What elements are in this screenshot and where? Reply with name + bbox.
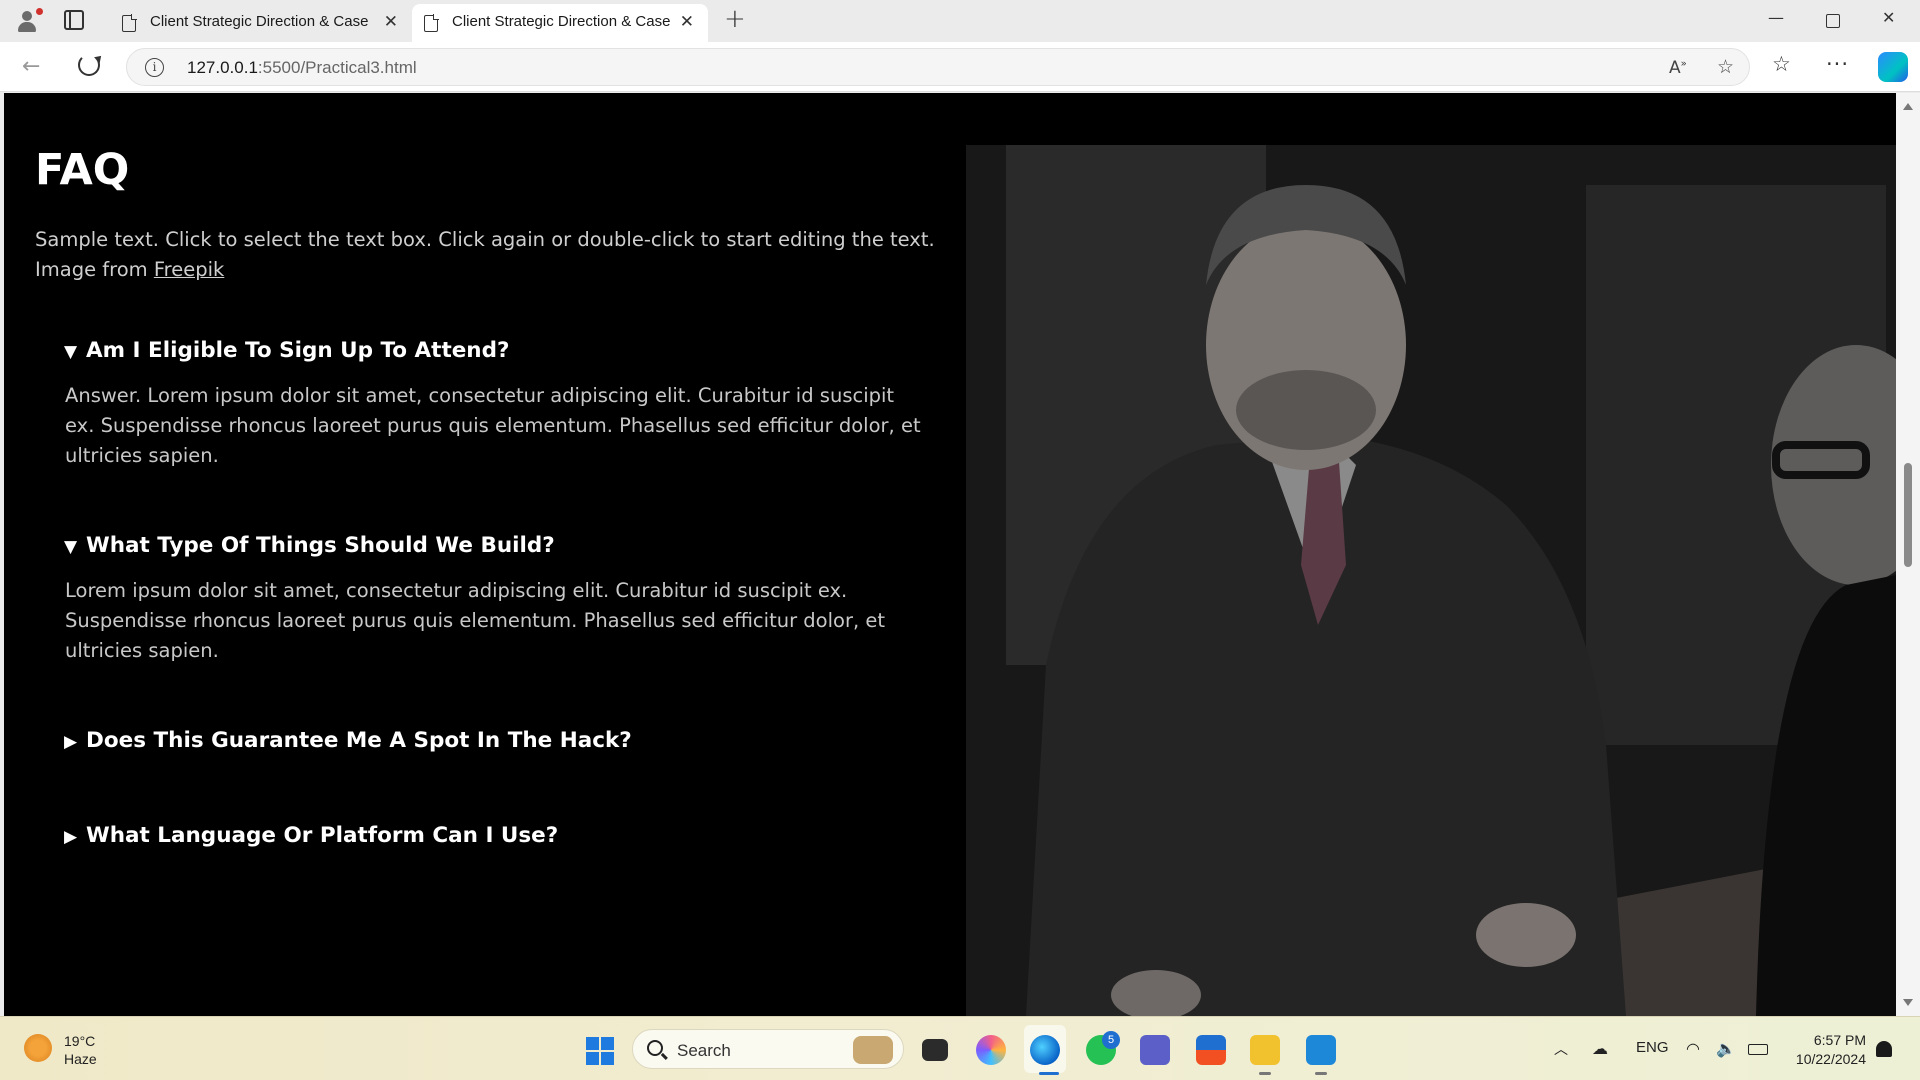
close-tab-icon[interactable]: ✕: [680, 12, 694, 32]
system-clock[interactable]: 6:57 PM 10/22/2024: [1786, 1031, 1866, 1069]
url-text[interactable]: 127.0.0.1:5500/Practical3.html: [187, 58, 417, 78]
back-icon[interactable]: ←: [22, 54, 40, 79]
edge-browser-icon[interactable]: [1030, 1035, 1060, 1065]
faq-question-2[interactable]: ▼ What Type Of Things Should We Build?: [64, 533, 555, 558]
faq-question-4[interactable]: ▶ What Language Or Platform Can I Use?: [64, 823, 558, 848]
read-aloud-icon[interactable]: A»: [1669, 58, 1687, 78]
microsoft-store-icon[interactable]: [1196, 1035, 1226, 1065]
wifi-icon[interactable]: ◠: [1686, 1039, 1700, 1059]
caret-right-icon: ▶: [64, 827, 78, 847]
scroll-down-icon[interactable]: [1903, 999, 1913, 1006]
start-windows-icon[interactable]: [586, 1037, 614, 1065]
taskbar-search[interactable]: Search: [632, 1029, 904, 1069]
tab-actions-icon[interactable]: [64, 10, 84, 30]
faq-question-1[interactable]: ▼ Am I Eligible To Sign Up To Attend?: [64, 338, 509, 363]
tab-2-label: Client Strategic Direction & Case Study: [452, 13, 670, 30]
intro-text: Sample text. Click to select the text bo…: [35, 228, 935, 281]
faq-answer-1: Answer. Lorem ipsum dolor sit amet, cons…: [65, 384, 921, 467]
close-window-icon[interactable]: ✕: [1882, 8, 1895, 27]
freepik-link[interactable]: Freepik: [154, 258, 224, 281]
weather-haze-icon[interactable]: [24, 1034, 52, 1062]
scroll-up-icon[interactable]: [1903, 103, 1913, 110]
browser-titlebar: Client Strategic Direction & Case Study …: [0, 0, 1920, 42]
whatsapp-badge: 5: [1102, 1031, 1120, 1049]
vscode-icon[interactable]: [1306, 1035, 1336, 1065]
site-info-icon[interactable]: i: [145, 58, 164, 77]
volume-icon[interactable]: 🔈: [1716, 1039, 1736, 1059]
new-tab-icon[interactable]: +: [724, 4, 746, 34]
close-tab-icon[interactable]: ✕: [384, 12, 398, 32]
page-scrollbar[interactable]: [1896, 93, 1920, 1016]
tab-1[interactable]: Client Strategic Direction & Case Study …: [110, 4, 412, 42]
notification-bell-icon[interactable]: [1876, 1041, 1892, 1057]
profile-avatar-icon[interactable]: [14, 8, 43, 34]
faq-question-3[interactable]: ▶ Does This Guarantee Me A Spot In The Ha…: [64, 728, 632, 753]
businessman-photo: [966, 145, 1896, 1016]
caret-right-icon: ▶: [64, 732, 78, 752]
caret-down-icon: ▼: [64, 537, 78, 557]
vscode-running-indicator: [1315, 1072, 1327, 1075]
explorer-running-indicator: [1259, 1072, 1271, 1075]
restore-icon[interactable]: [1826, 14, 1840, 28]
page-icon: [122, 14, 137, 32]
page-viewport: FAQ Sample text. Click to select the tex…: [4, 93, 1896, 1016]
windows-taskbar: 19°C Haze Search 5 ︿ ☁ ENG ◠ 🔈 6:57 PM 1…: [0, 1016, 1920, 1080]
search-highlight-image: [853, 1036, 893, 1064]
onedrive-icon[interactable]: ☁: [1592, 1039, 1608, 1059]
edge-active-indicator: [1039, 1072, 1059, 1075]
url-field[interactable]: i 127.0.0.1:5500/Practical3.html A» ☆: [126, 48, 1750, 86]
faq-answer-2: Lorem ipsum dolor sit amet, consectetur …: [65, 579, 885, 662]
more-options-icon[interactable]: ···: [1826, 52, 1849, 76]
page-title: FAQ: [35, 145, 130, 195]
minimize-icon[interactable]: —: [1768, 8, 1784, 27]
weather-widget[interactable]: 19°C Haze: [64, 1032, 97, 1068]
language-indicator[interactable]: ENG: [1636, 1039, 1669, 1056]
page-icon: [424, 14, 439, 32]
search-icon: [647, 1040, 663, 1056]
address-bar-row: ← i 127.0.0.1:5500/Practical3.html A» ☆ …: [0, 42, 1920, 92]
refresh-icon[interactable]: [78, 54, 100, 76]
task-view-icon[interactable]: [922, 1039, 948, 1061]
file-explorer-icon[interactable]: [1250, 1035, 1280, 1065]
scroll-thumb[interactable]: [1904, 463, 1912, 567]
copilot-app-icon[interactable]: [976, 1035, 1006, 1065]
copilot-icon[interactable]: [1878, 52, 1908, 82]
caret-down-icon: ▼: [64, 342, 78, 362]
battery-icon[interactable]: [1748, 1044, 1768, 1055]
show-hidden-icons-chevron-icon[interactable]: ︿: [1554, 1039, 1568, 1059]
favorite-star-icon[interactable]: ☆: [1717, 56, 1734, 78]
teams-icon[interactable]: [1140, 1035, 1170, 1065]
tab-2-active[interactable]: Client Strategic Direction & Case Study …: [412, 4, 708, 42]
favorites-icon[interactable]: ☆: [1772, 52, 1791, 76]
tab-1-label: Client Strategic Direction & Case Study: [150, 13, 368, 30]
